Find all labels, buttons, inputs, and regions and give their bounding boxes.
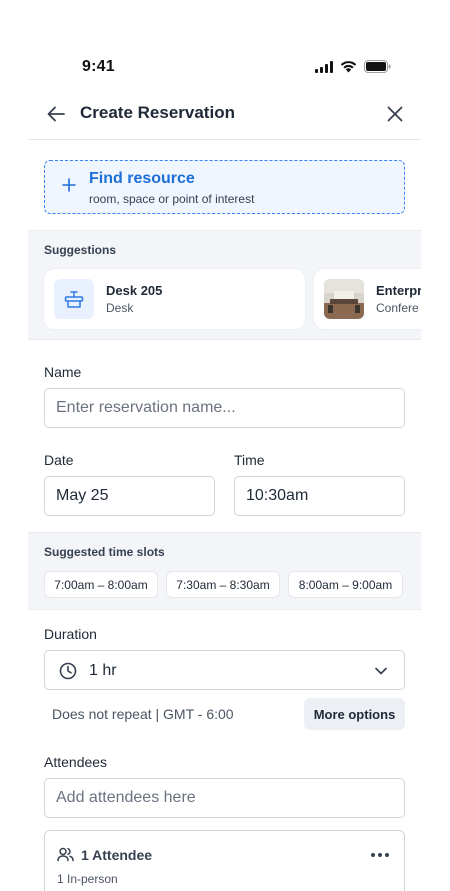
time-slot-chip[interactable]: 8:00am – 9:00am [288,571,403,598]
back-button[interactable] [42,100,70,128]
suggestions-section: Suggestions Desk 205 Desk Enterpri Confe… [28,230,421,340]
date-input[interactable]: May 25 [44,476,215,516]
arrow-left-icon [47,106,65,122]
close-icon [387,106,403,122]
duration-label: Duration [44,626,97,642]
date-label: Date [44,452,74,468]
name-label: Name [44,364,82,380]
clock-icon [59,662,77,680]
attendee-count: 1 Attendee [81,847,153,863]
attendee-breakdown: 1 In-person [57,872,118,886]
suggestion-subtitle: Desk [106,301,134,315]
status-bar: 9:41 [28,56,421,80]
suggestion-card-room[interactable]: Enterpri Confere [314,269,421,329]
time-label: Time [234,452,265,468]
attendees-summary-card: 1 Attendee 1 In-person [44,830,405,891]
duration-value: 1 hr [89,662,117,679]
room-photo-thumbnail [324,279,364,319]
status-time: 9:41 [82,58,115,75]
chevron-down-icon [375,667,387,675]
duration-select[interactable]: 1 hr [44,650,405,690]
suggestions-label: Suggestions [44,243,117,257]
reservation-name-input[interactable]: Enter reservation name... [44,388,405,428]
more-horizontal-icon [371,853,389,857]
cellular-signal-icon [315,60,333,73]
time-slots-label: Suggested time slots [44,545,165,559]
desk-icon [54,279,94,319]
plus-icon [59,175,79,195]
wifi-icon [340,61,357,73]
header: Create Reservation [28,92,421,140]
more-actions-button[interactable] [368,845,392,865]
status-icons [315,60,391,73]
app-frame: 9:41 Create Reservation Find resource ro… [28,0,421,891]
users-icon [57,847,74,862]
time-input[interactable]: 10:30am [234,476,405,516]
find-resource-button[interactable]: Find resource room, space or point of in… [44,160,405,214]
suggested-time-slots-section: Suggested time slots 7:00am – 8:00am 7:3… [28,532,421,610]
suggestion-subtitle: Confere [376,301,419,315]
suggestion-title: Desk 205 [106,283,163,298]
battery-icon [364,60,391,73]
page-title: Create Reservation [80,103,235,122]
suggestion-card-desk[interactable]: Desk 205 Desk [44,269,305,329]
suggestion-title: Enterpri [376,283,421,298]
attendees-label: Attendees [44,754,108,770]
time-slot-chip[interactable]: 7:30am – 8:30am [166,571,280,598]
find-resource-title: Find resource [89,170,195,187]
time-slot-chip[interactable]: 7:00am – 8:00am [44,571,158,598]
close-button[interactable] [381,100,409,128]
add-attendees-input[interactable]: Add attendees here [44,778,405,818]
more-options-button[interactable]: More options [304,698,405,730]
repeat-timezone-text: Does not repeat | GMT - 6:00 [52,706,234,722]
find-resource-subtitle: room, space or point of interest [89,192,255,206]
